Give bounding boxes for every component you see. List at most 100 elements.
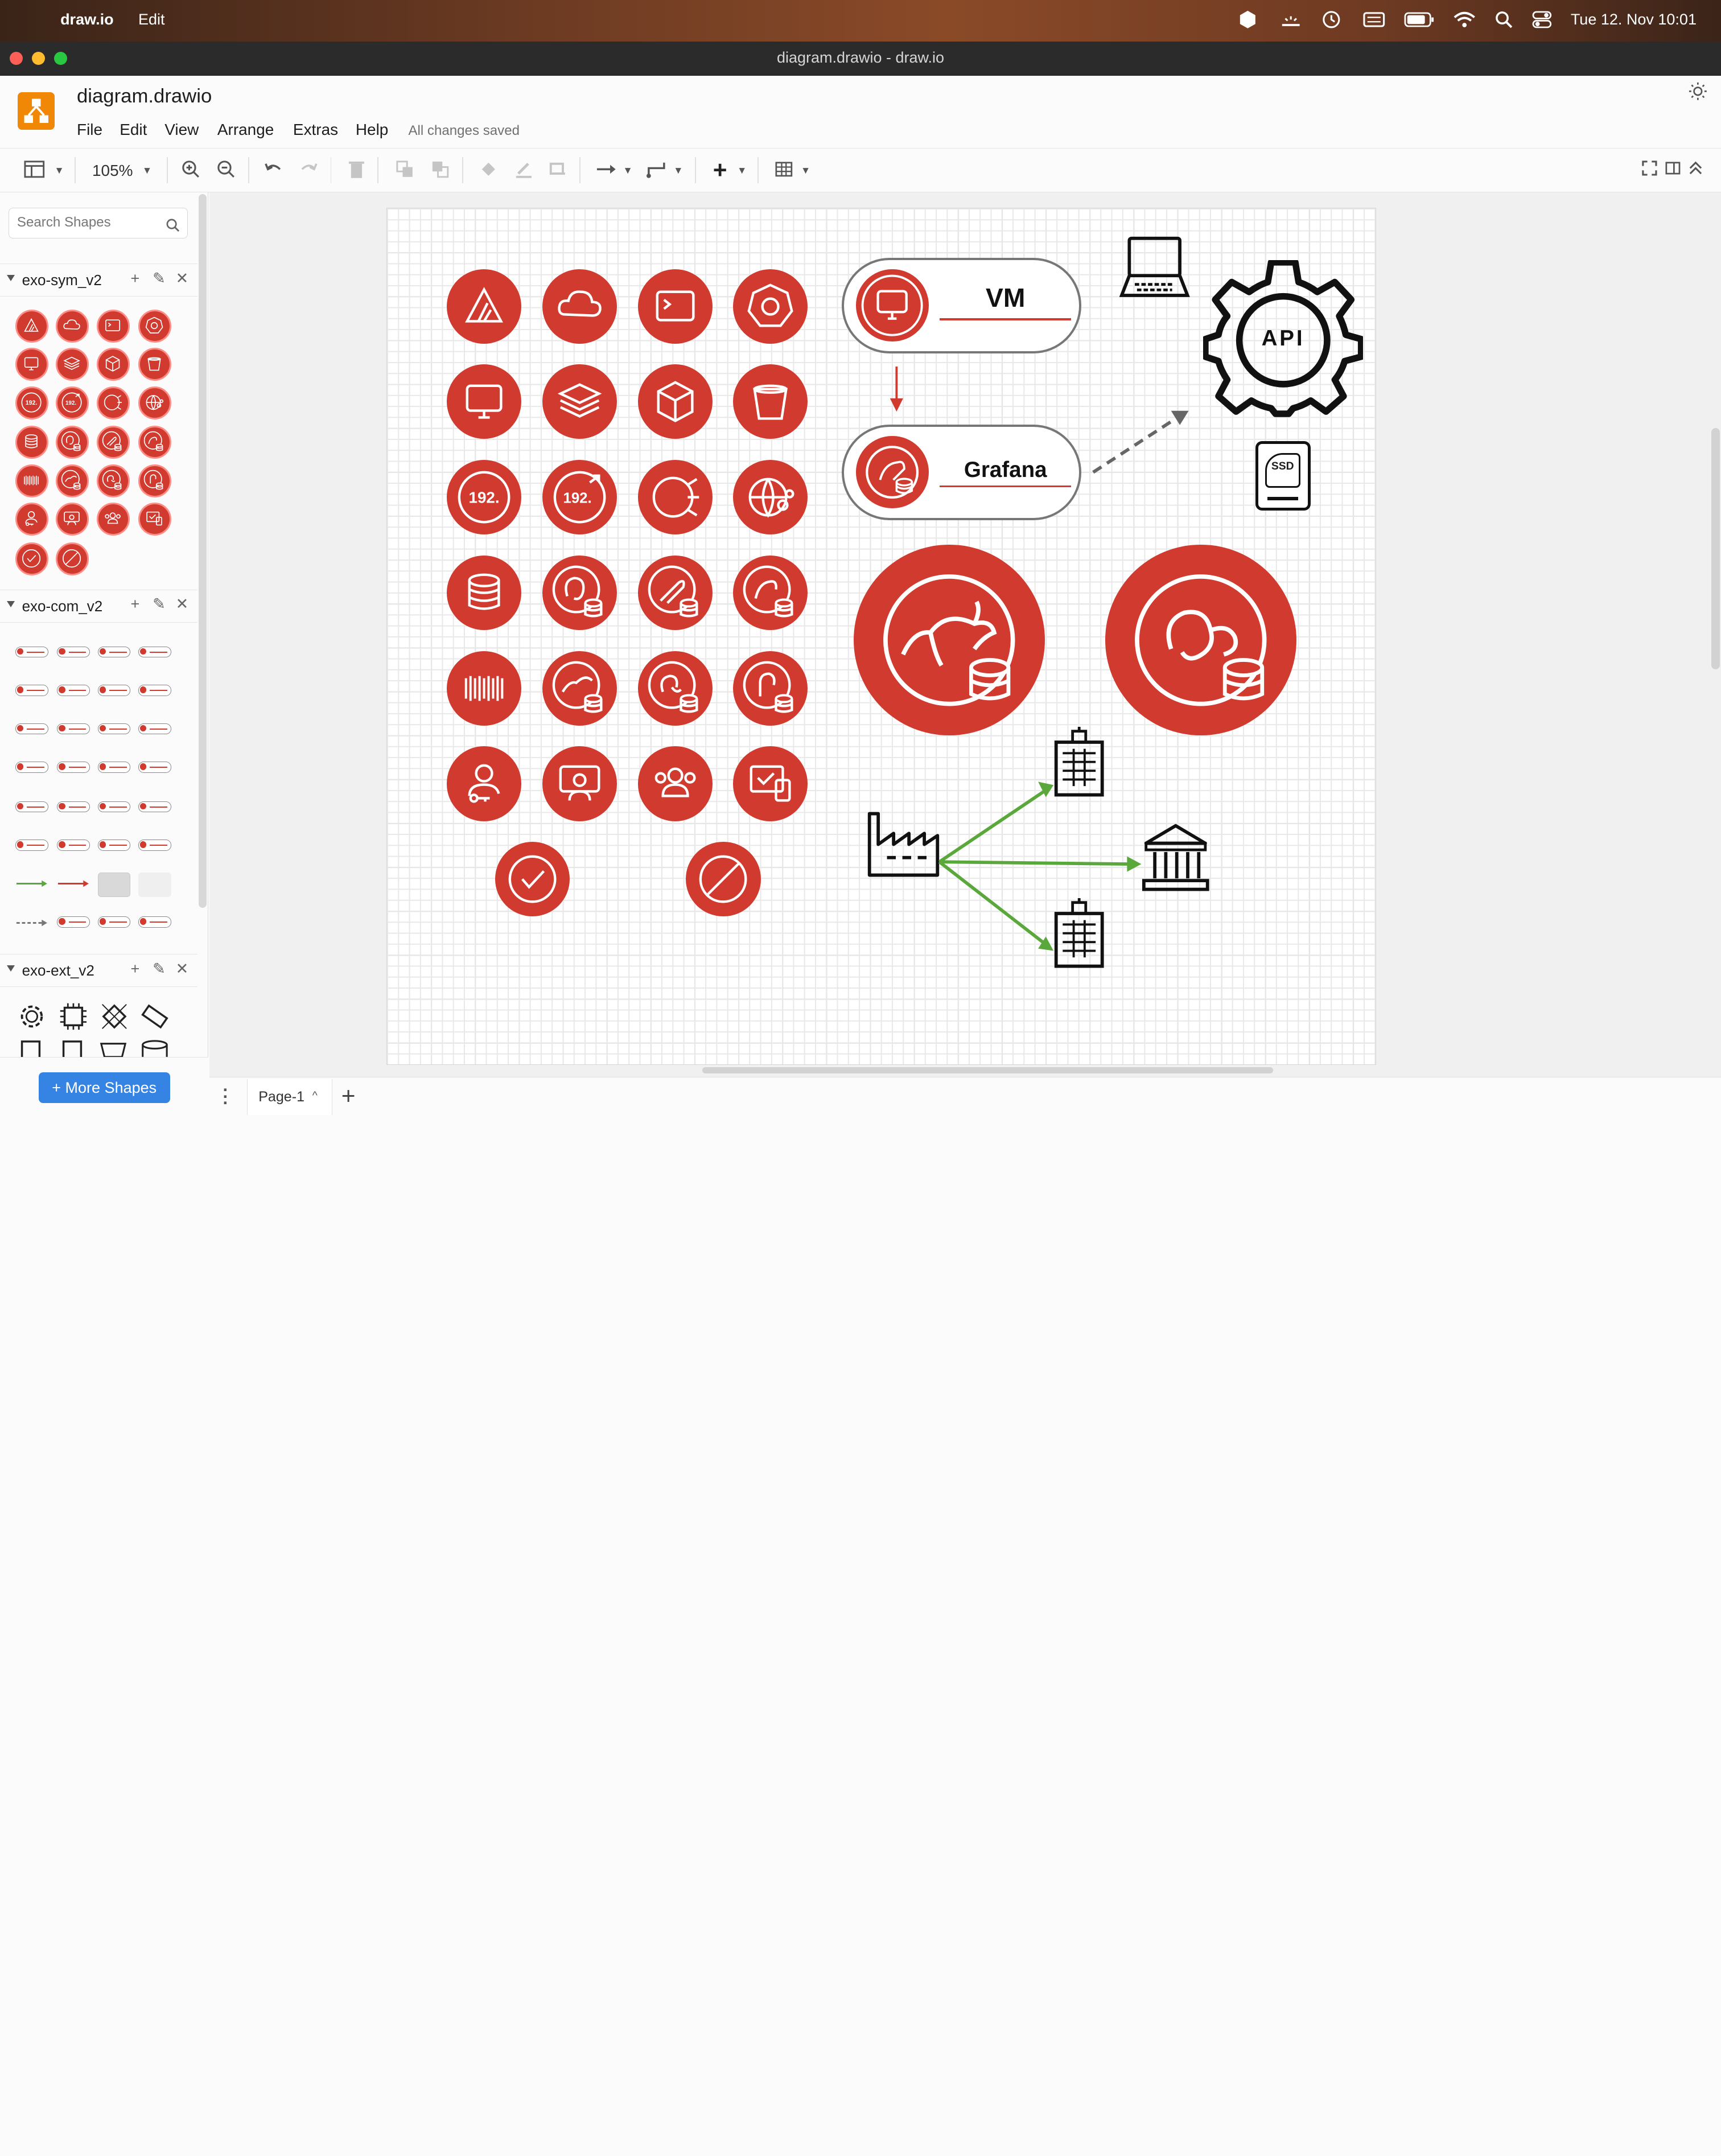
sidebar-component-shape[interactable] (57, 916, 90, 928)
menu-extras[interactable]: Extras (293, 121, 338, 139)
sidebar-terminal-shape[interactable] (96, 309, 130, 343)
sidebar-section-exo-com[interactable]: exo-com_v2 + ✎ ✕ (0, 589, 198, 623)
format-panel-icon[interactable] (1662, 159, 1684, 182)
sidebar-component-shape[interactable] (97, 723, 131, 735)
sidebar-mountain-shape[interactable] (15, 309, 48, 343)
sidebar-octo-db-shape[interactable] (96, 464, 130, 497)
factory-icon[interactable] (865, 807, 942, 879)
sidebar-component-shape[interactable] (138, 762, 171, 773)
sidebar-scrollbar[interactable] (199, 194, 207, 908)
gear-icon[interactable] (15, 1000, 48, 1033)
sidebar-component-shape[interactable] (57, 723, 90, 735)
sidebar-forbidden-shape[interactable] (56, 542, 89, 575)
edit-icon[interactable]: ✎ (153, 960, 166, 978)
waypoints-icon[interactable] (646, 159, 669, 182)
menu-help[interactable]: Help (356, 121, 389, 139)
sidebar-monitor-shape[interactable] (15, 348, 48, 381)
rocket-db-icon[interactable] (637, 555, 713, 630)
pg-db-icon[interactable] (542, 555, 617, 630)
close-icon[interactable]: ✕ (176, 960, 189, 978)
cube-icon[interactable] (637, 364, 713, 439)
sidebar-loadbalancer-shape[interactable] (96, 386, 130, 419)
sidebar-component-shape[interactable] (138, 723, 171, 735)
sidebar-component-shape[interactable] (15, 762, 48, 773)
table-icon[interactable] (773, 159, 795, 182)
zoom-in-icon[interactable] (180, 159, 202, 182)
menu-arrange[interactable]: Arrange (217, 121, 274, 139)
sidebar-ip-shape[interactable]: 192. (15, 386, 48, 419)
time-machine-icon[interactable] (1321, 10, 1341, 34)
vertical-scrollbar[interactable] (1711, 428, 1720, 670)
hdd-icon[interactable] (15, 1039, 48, 1058)
format-panel-toggle-icon[interactable] (24, 159, 46, 182)
red-connector-arrow[interactable] (887, 367, 907, 415)
grey-box-shape[interactable] (97, 873, 131, 897)
chevron-down-icon[interactable] (6, 600, 15, 607)
sidebar-kangaroo-db-shape[interactable] (56, 464, 89, 497)
spotlight-search-icon[interactable] (1495, 11, 1513, 32)
sidebar-user-key-shape[interactable] (15, 503, 48, 536)
status-app-icon[interactable] (1238, 10, 1258, 34)
sidebar-component-shape[interactable] (97, 685, 131, 696)
database-icon[interactable] (446, 555, 522, 630)
sidebar-component-shape[interactable] (57, 685, 90, 696)
sidebar-users-chat-shape[interactable] (56, 503, 89, 536)
sidebar-key-db-shape[interactable] (138, 464, 171, 497)
key-db-icon[interactable] (733, 651, 808, 726)
sidebar-component-shape[interactable] (57, 801, 90, 813)
undo-icon[interactable] (262, 159, 285, 182)
chevron-down-icon[interactable]: ▼ (617, 159, 639, 182)
sidebar-component-shape[interactable] (15, 801, 48, 813)
control-center-icon[interactable] (1532, 11, 1552, 32)
file-name[interactable]: diagram.drawio (77, 85, 212, 108)
add-icon[interactable]: + (131, 595, 140, 613)
sidebar-component-shape[interactable] (138, 685, 171, 696)
search-shapes-input[interactable]: Search Shapes (9, 207, 188, 238)
insert-plus-icon[interactable]: + (709, 158, 731, 182)
users-icon[interactable] (637, 746, 713, 821)
sidebar-rocket-db-shape[interactable] (96, 426, 130, 459)
monitor-icon[interactable] (446, 364, 522, 439)
menubar-clock[interactable]: Tue 12. Nov 10:01 (1571, 11, 1697, 28)
database-icon[interactable] (138, 1039, 171, 1058)
menubar-edit[interactable]: Edit (138, 11, 165, 28)
menu-edit[interactable]: Edit (120, 121, 147, 139)
gpu-icon[interactable] (98, 1000, 131, 1033)
zoom-window-button[interactable] (53, 51, 67, 65)
sidebar-barcode-shape[interactable] (15, 464, 48, 497)
users-chat-icon[interactable] (542, 746, 617, 821)
sidebar-layers-shape[interactable] (56, 348, 89, 381)
sidebar-bucket-shape[interactable] (138, 348, 171, 381)
forbidden-icon[interactable] (686, 842, 761, 917)
sidebar-section-exo-sym[interactable]: exo-sym_v2 + ✎ ✕ (0, 263, 198, 297)
chevron-down-icon[interactable]: ▼ (136, 159, 158, 182)
globe-icon[interactable] (733, 460, 808, 535)
sidebar-component-shape[interactable] (97, 762, 131, 773)
sidebar-component-shape[interactable] (97, 801, 131, 813)
ssd-icon[interactable] (57, 1039, 90, 1058)
sidebar-component-shape[interactable] (138, 646, 171, 658)
more-shapes-button[interactable]: + More Shapes (38, 1072, 170, 1104)
collapse-icon[interactable] (1685, 159, 1707, 182)
sidebar-ip-arrow-shape[interactable]: 192. (56, 386, 89, 419)
close-icon[interactable]: ✕ (176, 595, 189, 613)
zoom-out-icon[interactable] (215, 159, 237, 182)
search-icon[interactable] (166, 216, 180, 237)
device-check-icon[interactable] (733, 746, 808, 821)
sidebar-component-shape[interactable] (138, 801, 171, 813)
grafana-db-icon[interactable] (733, 555, 808, 630)
sidebar-component-shape[interactable] (15, 646, 48, 658)
sidebar-cloud-shape[interactable] (56, 309, 89, 343)
layers-icon[interactable] (542, 364, 617, 439)
menu-file[interactable]: File (77, 121, 102, 139)
sidebar-component-shape[interactable] (97, 840, 131, 851)
menu-view[interactable]: View (164, 121, 199, 139)
ip-arrow-icon[interactable]: 192. (542, 460, 617, 535)
keyboard-icon[interactable] (1363, 11, 1385, 32)
add-icon[interactable]: + (131, 960, 140, 978)
loadbalancer-icon[interactable] (637, 460, 713, 535)
vm-component[interactable]: VM (842, 258, 1081, 353)
grafana-component[interactable]: Grafana (842, 425, 1081, 521)
mountain-icon[interactable] (446, 269, 522, 344)
sidebar-users-shape[interactable] (96, 503, 130, 536)
